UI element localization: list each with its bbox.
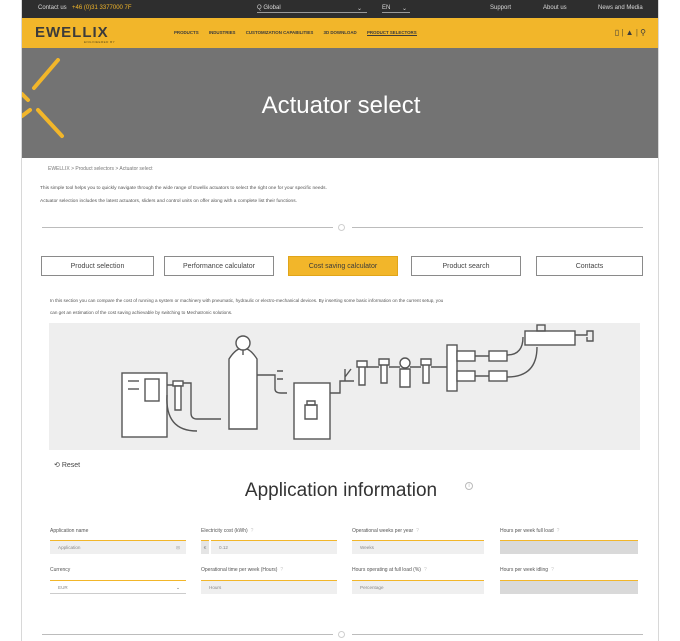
application-name-label: Application name [50,528,89,534]
hours-operating-label: Hours operating at full load (%)? [352,567,427,573]
language-select[interactable]: EN ⌄ [382,5,410,13]
currency-label: Currency [50,567,71,573]
contact-link[interactable]: Contact us [38,5,67,11]
global-search-select[interactable]: Q Global ⌄ [257,5,367,13]
operational-weeks-input[interactable]: Weeks [352,540,484,554]
nav-icons: ▯ | ▲ | ⚲ [614,28,646,37]
currency-symbol-badge: € [201,540,209,554]
refresh-icon: ⟲ [54,462,60,469]
divider-dot [338,224,345,231]
bottom-divider-right [352,634,643,635]
phone-link[interactable]: +46 (0)31 3377000 7F [72,5,132,11]
search-icon[interactable]: ⚲ [640,28,646,37]
main-nav: EWELLIX ENGINEERED BY PRODUCTS INDUSTRIE… [22,18,658,48]
intro-text-2: Actuator selection includes the latest a… [40,199,297,204]
top-utility-bar: Contact us +46 (0)31 3377000 7F Q Global… [22,0,658,18]
hours-full-load-label: Hours per week full load? [500,528,560,534]
chevron-down-icon: ⌄ [402,6,408,12]
application-name-input[interactable]: Application ⊟ [50,540,186,554]
application-information-heading: Application information [244,480,438,501]
language-label: EN [382,5,391,11]
chevron-down-icon: ⌄ [357,6,363,12]
intro-text-1: This simple tool helps you to quickly na… [40,186,327,191]
logo-subtitle: ENGINEERED BY [84,40,116,44]
help-icon: ? [423,567,427,573]
nav-links: PRODUCTS INDUSTRIES CUSTOMIZATION CAPABI… [174,30,426,36]
tab-product-search[interactable]: Product search [411,256,521,276]
bottom-divider-left [42,634,333,635]
breadcrumb[interactable]: EWELLIX > Product selectors > Actuator s… [48,166,153,172]
pneumatic-system-drawing-icon [121,324,594,440]
section-description-2: can get an estimation of the cost saving… [50,310,233,315]
nav-item-customization[interactable]: CUSTOMIZATION CAPABILITIES [246,30,314,35]
help-icon: ? [556,528,560,534]
help-icon: ? [250,528,254,534]
clear-icon[interactable]: ⊟ [176,541,180,555]
global-search-label: Q Global [257,5,281,11]
nav-item-industries[interactable]: INDUSTRIES [209,30,236,35]
operational-weeks-label: Operational weeks per year? [352,528,419,534]
operational-time-input[interactable]: Hours [201,580,337,594]
user-icon[interactable]: ▲ [626,28,634,37]
page-frame: Contact us +46 (0)31 3377000 7F Q Global… [21,0,659,641]
reset-button[interactable]: ⟲ Reset [54,461,80,469]
help-icon: ? [551,567,554,573]
bookmark-icon[interactable]: ▯ [615,28,619,37]
support-link[interactable]: Support [490,5,511,11]
currency-select[interactable]: EUR ⌄ [50,580,186,594]
tab-product-selection[interactable]: Product selection [41,256,154,276]
tab-contacts[interactable]: Contacts [536,256,643,276]
tab-performance-calculator[interactable]: Performance calculator [164,256,274,276]
operational-time-label: Operational time per week (Hours)? [201,567,284,573]
help-icon: ? [416,528,419,534]
divider-left [42,227,333,228]
hero-banner: Actuator select [22,48,658,158]
hours-idling-label: Hours per week idling? [500,567,554,573]
ewellix-logo[interactable]: EWELLIX [35,24,109,41]
nav-item-3d-download[interactable]: 3D DOWNLOAD [324,30,357,35]
bottom-divider-dot [338,631,345,638]
page-title: Actuator select [261,92,421,119]
section-description-1: In this section you can compare the cost… [50,298,444,303]
hours-idling-output [500,580,638,594]
nav-item-products[interactable]: PRODUCTS [174,30,199,35]
nav-item-product-selectors[interactable]: PRODUCT SELECTORS [366,30,417,36]
pneumatic-system-illustration [49,323,640,450]
about-link[interactable]: About us [543,5,567,11]
reset-label: Reset [61,462,81,469]
chevron-down-icon: ⌄ [176,585,180,590]
tab-cost-saving-calculator[interactable]: Cost saving calculator [288,256,398,276]
news-link[interactable]: News and Media [598,5,643,11]
info-icon[interactable]: i [465,482,473,490]
hours-full-load-output [500,540,638,554]
divider-right [352,227,643,228]
electricity-cost-input[interactable]: 0.12 [211,540,337,554]
electricity-cost-label: Electricity cost (kWh)? [201,528,254,534]
hours-operating-input[interactable]: Percentage [352,580,484,594]
help-icon: ? [280,567,284,573]
